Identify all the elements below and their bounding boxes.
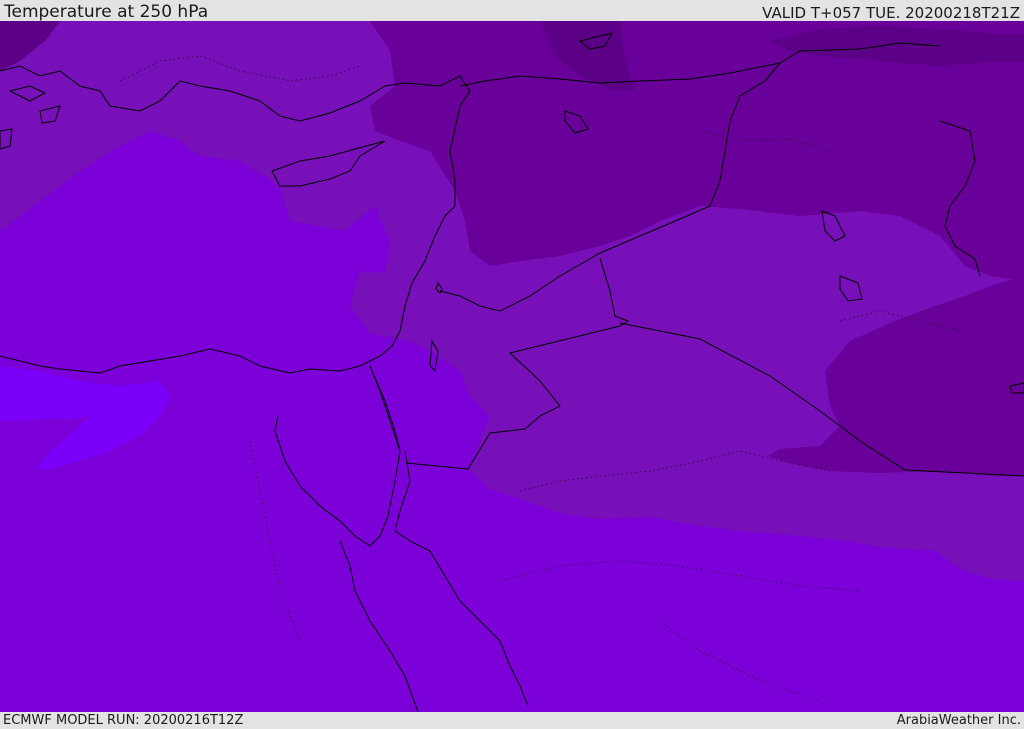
model-run-label: ECMWF MODEL RUN: 20200216T12Z — [3, 713, 244, 728]
credit-label: ArabiaWeather Inc. — [896, 713, 1021, 728]
footer-bar: ECMWF MODEL RUN: 20200216T12Z ArabiaWeat… — [0, 712, 1024, 729]
valid-time: VALID T+057 TUE. 20200218T21Z — [762, 4, 1020, 22]
map-canvas — [0, 21, 1024, 712]
header-bar: Temperature at 250 hPa VALID T+057 TUE. … — [0, 0, 1024, 22]
map-title: Temperature at 250 hPa — [4, 2, 209, 22]
temperature-map[interactable] — [0, 21, 1024, 712]
